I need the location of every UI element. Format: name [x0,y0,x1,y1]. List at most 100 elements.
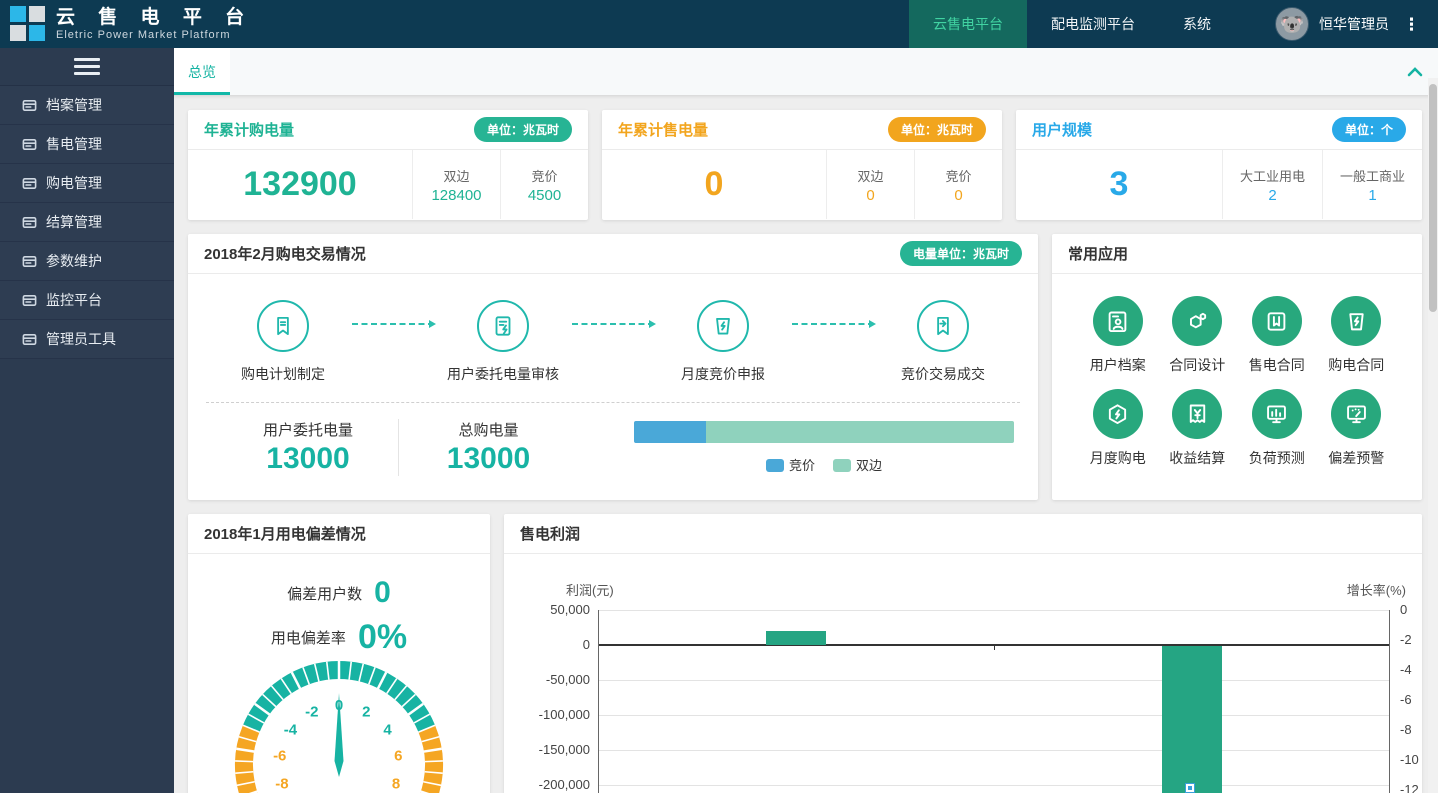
legend-swatch [833,459,851,472]
stat-col-bilateral: 双边 0 [826,150,914,219]
scrollbar-thumb[interactable] [1429,84,1437,312]
nav-item-0[interactable]: 云售电平台 [909,0,1027,48]
right-axis-line [1389,610,1390,793]
trade-step-2[interactable]: 月度竞价申报 [668,300,778,384]
app-7[interactable]: 偏差预警 [1317,389,1397,468]
app-3[interactable]: 购电合同 [1317,296,1397,375]
flow-arrow [352,323,434,325]
left-axis-tick: 0 [510,637,590,652]
right-axis-tick: -4 [1400,662,1422,677]
sidebar: 档案管理售电管理购电管理结算管理参数维护监控平台管理员工具 [0,48,174,793]
menu-card-icon [22,215,37,230]
trade-steps: 购电计划制定 用户委托电量审核月度竞价申报 竞价交易成交 [188,274,1038,384]
trade-step-3[interactable]: 竞价交易成交 [888,300,998,384]
card-title: 用户规模 [1032,119,1092,140]
app-label: 购电合同 [1328,355,1384,375]
deal-bookmark-arrow-icon [917,300,969,352]
menu-card-icon [22,254,37,269]
right-axis-tick: 0 [1400,602,1422,617]
app-5[interactable]: 收益结算 [1158,389,1238,468]
gauge-label: -4 [284,722,298,739]
sidebar-toggle-icon[interactable] [74,54,100,79]
deviation-users-row: 偏差用户数 0 [188,576,490,610]
apps-grid: 用户档案合同设计售电合同 购电合同月度购电收益结算负荷预测偏差预警 [1052,274,1422,468]
stat-value: 132900 [188,150,412,219]
unit-badge: 电量单位：兆瓦时 [900,241,1022,266]
legend-swatch [766,459,784,472]
left-axis-line [598,610,599,793]
sidebar-item-label: 档案管理 [46,95,102,115]
sidebar-item-5[interactable]: 监控平台 [0,281,174,320]
app-label: 偏差预警 [1328,448,1384,468]
step-label: 月度竞价申报 [681,364,765,384]
profit-plot-area [598,610,1390,793]
trade-stat-entrusted: 用户委托电量 13000 [218,419,398,476]
gauge-label: -8 [275,776,288,793]
sidebar-item-2[interactable]: 购电管理 [0,164,174,203]
gridline [598,785,1390,786]
card-trade-flow: 2018年2月购电交易情况 电量单位：兆瓦时 购电计划制定 用户委托电量审核月度竞… [188,234,1038,500]
right-axis-tick: -2 [1400,632,1422,647]
tabbar: 总览 [174,48,1438,96]
flow-arrow [572,323,654,325]
brand: 云 售 电 平 台 Eletric Power Market Platform [0,0,253,48]
gauge-tick [235,761,253,762]
card-year-sale: 年累计售电量 单位：兆瓦时 0 双边 0 竞价 0 [602,110,1002,220]
sidebar-item-label: 结算管理 [46,212,102,232]
trade-step-0[interactable]: 购电计划制定 [228,300,338,384]
right-axis-title: 增长率(%) [1347,580,1406,599]
app-label: 售电合同 [1249,355,1305,375]
main-content: 年累计购电量 单位：兆瓦时 132900 双边 128400 竞价 4500 年… [174,96,1438,793]
right-axis-tick: -6 [1400,692,1422,707]
menu-card-icon [22,332,37,347]
sidebar-item-0[interactable]: 档案管理 [0,86,174,125]
app-label: 月度购电 [1090,448,1146,468]
sidebar-item-6[interactable]: 管理员工具 [0,320,174,359]
app-0[interactable]: 用户档案 [1078,296,1158,375]
user-name[interactable]: 恒华管理员 [1319,14,1389,34]
monthly-purchase-icon [1093,389,1143,439]
left-axis-tick: -150,000 [510,742,590,757]
sidebar-item-4[interactable]: 参数维护 [0,242,174,281]
vertical-scrollbar[interactable] [1428,78,1438,793]
card-title: 2018年1月用电偏差情况 [204,523,366,544]
gridline [598,750,1390,751]
trade-step-1[interactable]: 用户委托电量审核 [448,300,558,384]
stat-value: 0 [602,150,826,219]
left-axis-tick: -50,000 [510,672,590,687]
nav-item-2[interactable]: 系统 [1159,0,1235,48]
sidebar-item-label: 购电管理 [46,173,102,193]
stat-col-bilateral: 双边 128400 [412,150,500,219]
user-avatar[interactable]: 🐨 [1275,7,1309,41]
sidebar-item-label: 监控平台 [46,290,102,310]
sidebar-item-1[interactable]: 售电管理 [0,125,174,164]
nav-item-1[interactable]: 配电监测平台 [1027,0,1159,48]
card-user-scale: 用户规模 单位：个 3 大工业用电 2 一般工商业 1 [1016,110,1422,220]
tab-overview[interactable]: 总览 [174,48,230,95]
legend-item: 竞价 [766,455,815,474]
card-title: 2018年2月购电交易情况 [204,243,366,264]
gridline [598,610,1390,611]
top-nav-menu: 云售电平台配电监测平台系统 [909,0,1235,48]
deviation-gauge: -10-8-6-4-20246810 [188,660,490,793]
right-axis-tick: -12 [1400,782,1422,793]
x-axis-tick [994,645,995,650]
app-2[interactable]: 售电合同 [1237,296,1317,375]
card-title: 年累计购电量 [204,119,294,140]
app-1[interactable]: 合同设计 [1158,296,1238,375]
card-title: 售电利润 [520,523,580,544]
load-forecast-icon [1252,389,1302,439]
gauge-label: 6 [394,748,402,765]
kebab-menu-icon[interactable]: ⋮ [1399,16,1424,33]
user-file-icon [1093,296,1143,346]
card-common-apps: 常用应用 用户档案合同设计售电合同购电合同月度购电收益结算负荷预测偏差预警 [1052,234,1422,500]
profit-bar-1 [1162,646,1222,793]
app-6[interactable]: 负荷预测 [1237,389,1317,468]
top-navbar: 云 售 电 平 台 Eletric Power Market Platform … [0,0,1438,48]
sidebar-item-3[interactable]: 结算管理 [0,203,174,242]
app-4[interactable]: 月度购电 [1078,389,1158,468]
contract-design-icon [1172,296,1222,346]
stat-value: 3 [1016,150,1222,219]
unit-badge: 单位：兆瓦时 [888,117,986,142]
bar-segment-竞价 [634,421,706,443]
